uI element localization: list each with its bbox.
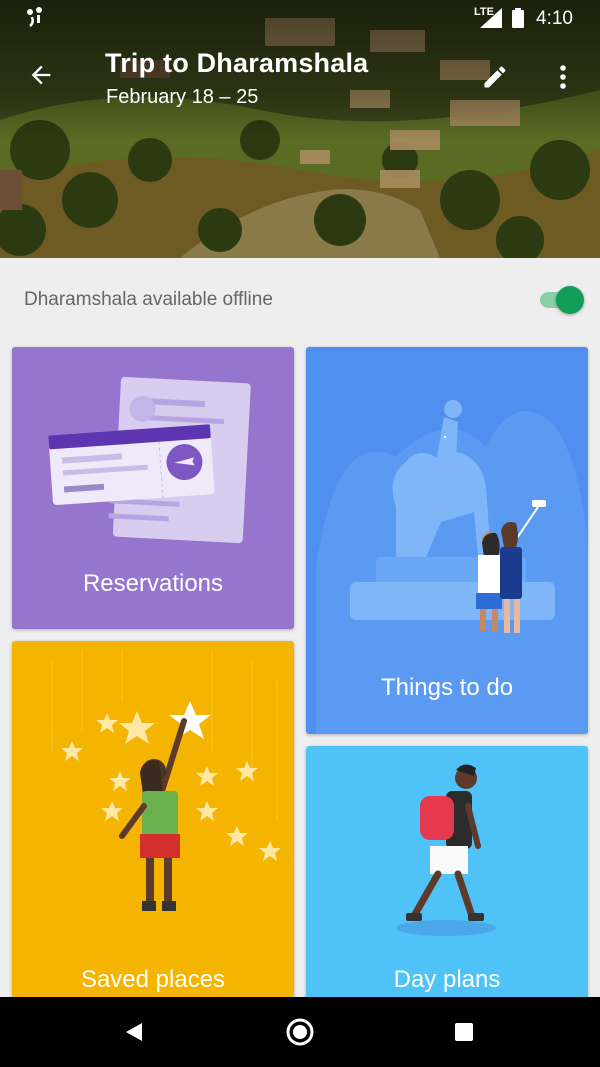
edit-trip-button[interactable]	[474, 56, 516, 98]
more-vert-icon	[560, 65, 566, 89]
signal-icon	[480, 8, 502, 33]
things-to-do-label: Things to do	[380, 674, 514, 701]
nav-home-button[interactable]	[284, 1016, 316, 1048]
status-bar: LTE 4:10	[0, 0, 600, 36]
trip-title: Trip to Dharamshala	[105, 48, 369, 78]
day-plans-card[interactable]: Day plans	[306, 746, 588, 1006]
nav-back-button[interactable]	[120, 1017, 150, 1047]
toggle-thumb	[556, 286, 584, 314]
edit-pencil-icon	[484, 66, 506, 88]
reservations-card[interactable]: Reservations	[12, 347, 294, 629]
back-button[interactable]	[20, 54, 62, 96]
offline-setting-row: Dharamshala available offline	[0, 258, 600, 342]
clock: 4:10	[536, 8, 573, 29]
more-options-button[interactable]	[546, 56, 580, 98]
offline-toggle[interactable]	[538, 286, 584, 314]
recents-square-icon	[455, 1023, 473, 1041]
offline-label: Dharamshala available offline	[24, 289, 273, 310]
home-circle-icon	[286, 1018, 314, 1046]
reservations-label: Reservations	[82, 570, 224, 597]
system-navigation-bar	[0, 997, 600, 1067]
day-plans-label: Day plans	[393, 966, 501, 993]
back-arrow-icon	[31, 65, 51, 85]
notification-icon	[24, 6, 46, 33]
saved-places-label: Saved places	[80, 966, 226, 993]
back-triangle-icon	[126, 1023, 142, 1041]
battery-icon	[512, 8, 524, 33]
saved-places-card[interactable]: Saved places	[12, 641, 294, 1001]
trip-dates: February 18 – 25	[106, 86, 259, 108]
stars-illustration	[51, 651, 281, 911]
nav-recents-button[interactable]	[452, 1020, 476, 1044]
app-bar: Trip to Dharamshala February 18 – 25	[0, 36, 600, 116]
things-to-do-card[interactable]: Things to do	[306, 347, 588, 734]
